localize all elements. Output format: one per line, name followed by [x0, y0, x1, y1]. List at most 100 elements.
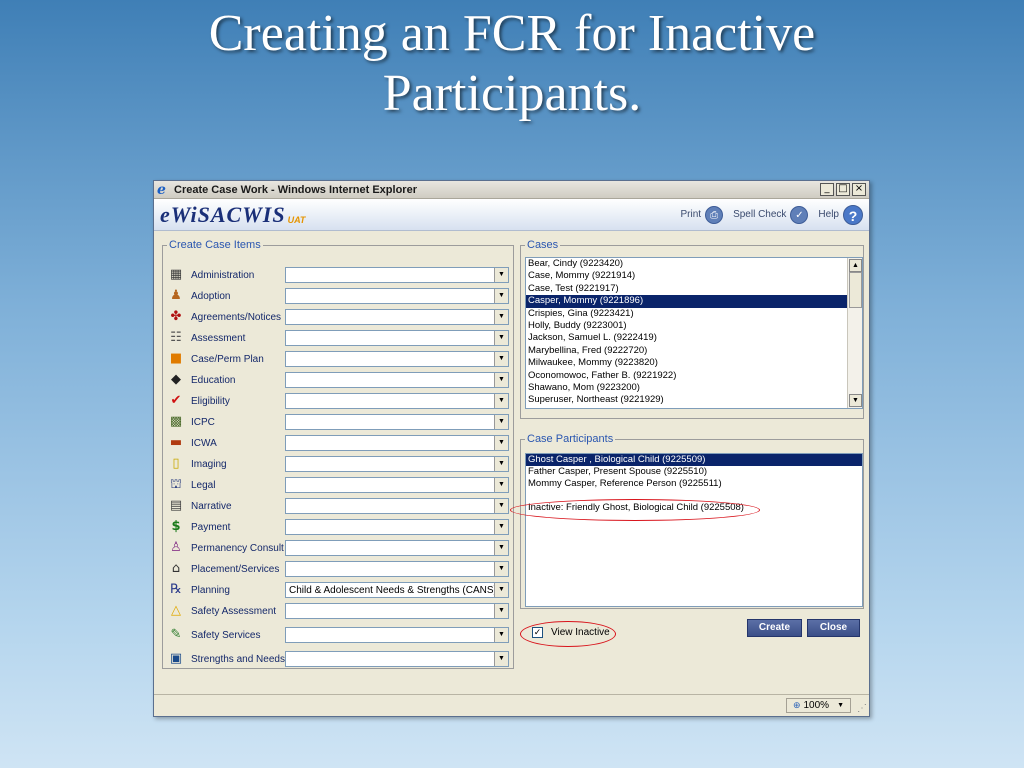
adoption-select[interactable]: ▼	[285, 288, 509, 304]
permanency-consult-select[interactable]: ▼	[285, 540, 509, 556]
item-label: ICPC	[191, 416, 215, 428]
zoom-control[interactable]: ⊕ 100% ▼	[785, 698, 851, 713]
list-item[interactable]: Oconomowoc, Father B. (9221922)	[526, 370, 862, 382]
list-item[interactable]: Crispies, Gina (9223421)	[526, 308, 862, 320]
help-button[interactable]: Help ?	[818, 204, 863, 225]
assessment-select[interactable]: ▼	[285, 330, 509, 346]
document-icon: ▯	[172, 456, 180, 471]
item-row-adoption: ♟ Adoption ▼	[167, 286, 511, 306]
chevron-down-icon: ▼	[494, 289, 508, 303]
item-row-placement-services: ⌂ Placement/Services ▼	[167, 559, 511, 579]
feather-band-icon: ▬	[169, 435, 183, 450]
case-perm-plan-select[interactable]: ▼	[285, 351, 509, 367]
list-item[interactable]: Superuser, Northeast (9221929)	[526, 394, 862, 406]
cases-scrollbar[interactable]: ▲ ▼	[847, 258, 862, 408]
printer-icon: ⎙	[705, 205, 724, 224]
list-item[interactable]: Bear, Cindy (9223420)	[526, 258, 862, 270]
list-item[interactable]: Milwaukee, Mommy (9223820)	[526, 357, 862, 369]
item-row-icwa: ▬ ICWA ▼	[167, 433, 511, 453]
administration-select[interactable]: ▼	[285, 267, 509, 283]
item-label: Planning	[191, 584, 230, 596]
list-item[interactable]: Holly, Buddy (9223001)	[526, 320, 862, 332]
item-label: Placement/Services	[191, 563, 280, 575]
notes-icon: ▤	[169, 498, 183, 513]
spell-check-button[interactable]: Spell Check ✓	[733, 205, 809, 224]
item-label: Adoption	[191, 290, 231, 302]
app-logo: eWiSACWIS	[160, 201, 286, 227]
imaging-select[interactable]: ▼	[285, 456, 509, 472]
family-icon: ♟	[170, 288, 182, 303]
create-button[interactable]: Create	[747, 619, 802, 637]
item-row-case-perm-plan: ■ Case/Perm Plan ▼	[167, 349, 511, 369]
resize-grip-icon[interactable]: ⋰	[857, 703, 867, 714]
item-label: ICWA	[191, 437, 217, 449]
item-label: Safety Services	[191, 629, 261, 641]
chevron-down-icon: ▼	[494, 478, 508, 492]
case-participants-legend: Case Participants	[527, 433, 614, 445]
list-item[interactable]: Case, Test (9221917)	[526, 283, 862, 295]
warning-triangle-icon: △	[171, 603, 181, 618]
chevron-down-icon: ▼	[494, 520, 508, 534]
print-button[interactable]: Print ⎙	[681, 205, 724, 224]
window-titlebar[interactable]: e Create Case Work - Windows Internet Ex…	[154, 181, 869, 199]
item-label: Strengths and Needs	[191, 653, 285, 665]
help-label: Help	[818, 209, 839, 220]
scroll-thumb[interactable]	[849, 272, 862, 308]
browser-window: e Create Case Work - Windows Internet Ex…	[153, 180, 870, 717]
house-icon: ⌂	[171, 561, 181, 576]
courthouse-icon: ⛫	[170, 477, 182, 492]
icpc-select[interactable]: ▼	[285, 414, 509, 430]
item-row-safety-services: ✎ Safety Services ▼	[167, 625, 511, 645]
item-label: Imaging	[191, 458, 227, 470]
app-header: eWiSACWIS UAT Print ⎙ Spell Check ✓ Help…	[154, 199, 869, 231]
list-item[interactable]: Case, Mommy (9221914)	[526, 270, 862, 282]
icwa-select[interactable]: ▼	[285, 435, 509, 451]
list-item-selected[interactable]: Ghost Casper , Biological Child (9225509…	[526, 454, 862, 466]
safety-services-select[interactable]: ▼	[285, 627, 509, 643]
payment-select[interactable]: ▼	[285, 519, 509, 535]
participants-listbox[interactable]: Ghost Casper , Biological Child (9225509…	[525, 453, 863, 607]
strengths-needs-select[interactable]: ▼	[285, 651, 509, 667]
placement-services-select[interactable]: ▼	[285, 561, 509, 577]
close-button[interactable]: Close	[807, 619, 860, 637]
list-item[interactable]: Mommy Casper, Reference Person (9225511)	[526, 478, 862, 490]
chevron-down-icon: ▼	[494, 436, 508, 450]
item-row-icpc: ▩ ICPC ▼	[167, 412, 511, 432]
close-window-button[interactable]: ×	[852, 183, 866, 196]
scroll-up-icon[interactable]: ▲	[849, 259, 862, 272]
eligibility-select[interactable]: ▼	[285, 393, 509, 409]
color-blocks-icon: ■	[169, 351, 183, 366]
safety-assessment-select[interactable]: ▼	[285, 603, 509, 619]
list-item[interactable]: Marybellina, Fred (9222720)	[526, 345, 862, 357]
internet-explorer-icon: e	[157, 181, 166, 198]
list-item[interactable]: Shawano, Mom (9223200)	[526, 382, 862, 394]
education-select[interactable]: ▼	[285, 372, 509, 388]
list-item[interactable]: Father Casper, Present Spouse (9225510)	[526, 466, 862, 478]
checklist-icon: ☷	[170, 330, 182, 345]
slide-title-line2: Participants.	[382, 65, 642, 122]
cases-listbox[interactable]: Bear, Cindy (9223420) Case, Mommy (92219…	[525, 257, 863, 409]
environment-badge: UAT	[287, 215, 306, 225]
planning-select[interactable]: Child & Adolescent Needs & Strengths (CA…	[285, 582, 509, 598]
list-item[interactable]: Jackson, Samuel L. (9222419)	[526, 332, 862, 344]
narrative-select[interactable]: ▼	[285, 498, 509, 514]
item-row-administration: ▦ Administration ▼	[167, 265, 511, 285]
slide-title-line1: Creating an FCR for Inactive	[208, 5, 816, 62]
minimize-button[interactable]: _	[820, 183, 834, 196]
map-icon: ▩	[169, 414, 183, 429]
agreements-select[interactable]: ▼	[285, 309, 509, 325]
chevron-down-icon: ▼	[494, 562, 508, 576]
scroll-down-icon[interactable]: ▼	[849, 394, 862, 407]
maximize-button[interactable]: □	[836, 183, 850, 196]
legal-select[interactable]: ▼	[285, 477, 509, 493]
create-case-items-legend: Create Case Items	[169, 239, 261, 251]
status-bar: ⊕ 100% ▼ ⋰	[154, 694, 869, 716]
checkmark-icon: ✔	[170, 393, 182, 408]
list-item-selected[interactable]: Casper, Mommy (9221896)	[526, 295, 862, 308]
item-label: Legal	[191, 479, 216, 491]
item-label: Eligibility	[191, 395, 230, 407]
item-row-narrative: ▤ Narrative ▼	[167, 496, 511, 516]
spell-check-label: Spell Check	[733, 209, 787, 220]
case-participants-panel: Case Participants Ghost Casper , Biologi…	[520, 433, 864, 609]
spell-check-icon: ✓	[790, 205, 809, 224]
